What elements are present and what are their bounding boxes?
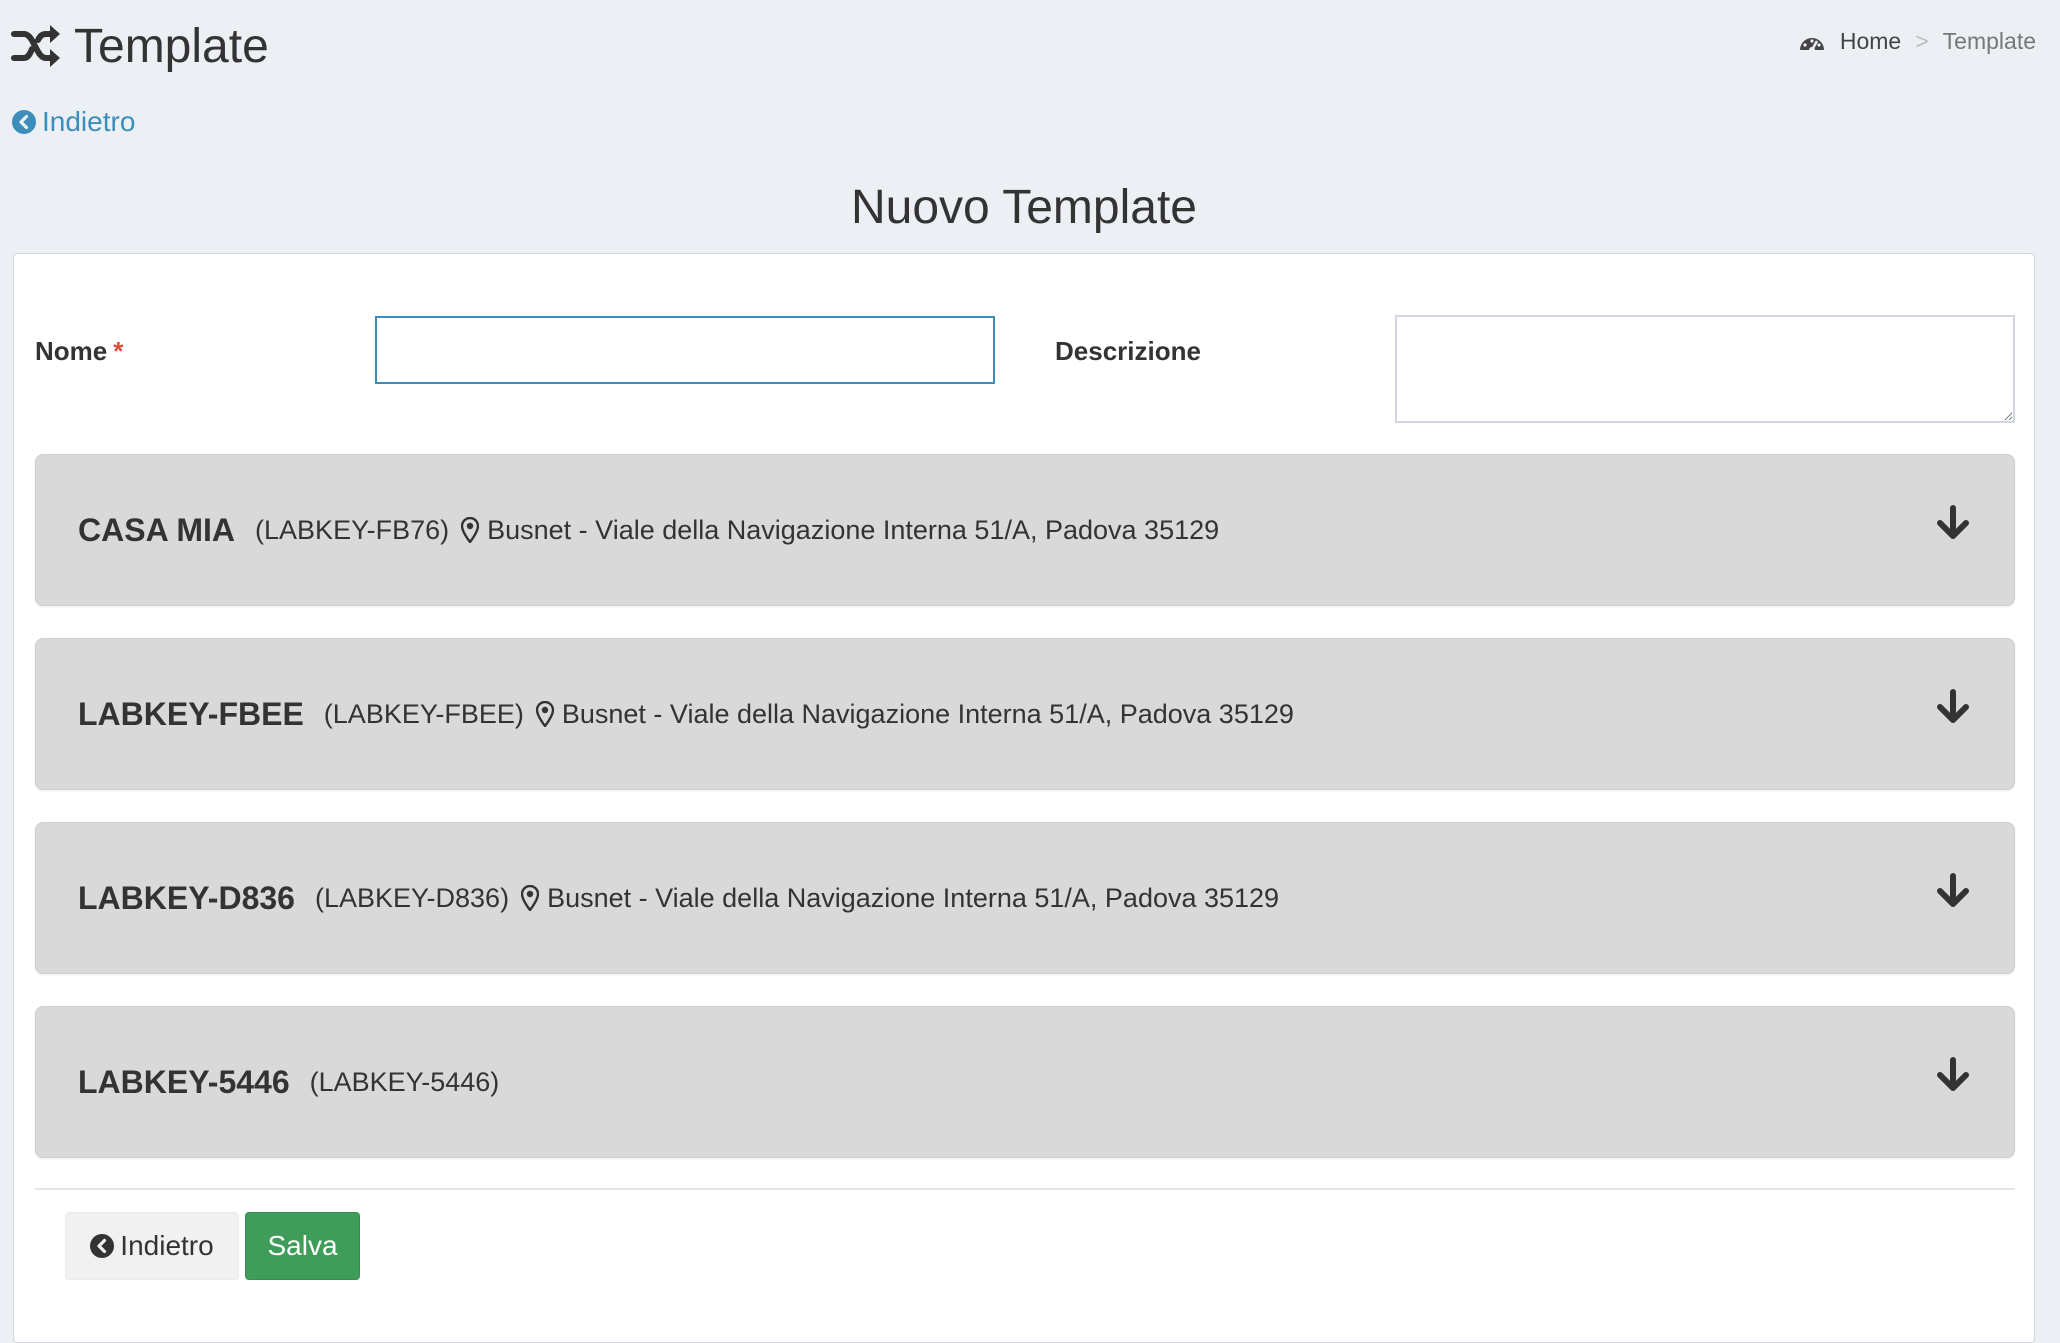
back-link[interactable]: Indietro — [12, 106, 135, 138]
chevron-circle-left-icon — [12, 110, 36, 134]
device-code: (LABKEY-D836) — [314, 882, 510, 913]
footer-divider — [35, 1188, 2015, 1190]
device-code: (LABKEY-FB76) — [255, 514, 450, 545]
device-panel[interactable]: CASA MIA (LABKEY-FB76) Busnet - Viale de… — [35, 454, 2015, 606]
dashboard-icon — [1799, 37, 1824, 53]
form-box: Nome * Descrizione CASA MIA (LABKEY-FB76)… — [13, 253, 2035, 1343]
device-name: LABKEY-5446 — [78, 1063, 290, 1100]
device-code: (LABKEY-5446) — [309, 1066, 500, 1097]
arrow-down-icon[interactable] — [1936, 1057, 1970, 1093]
name-label: Nome * — [35, 336, 123, 367]
device-address: Busnet - Viale della Navigazione Interna… — [561, 698, 1294, 729]
map-marker-icon — [461, 517, 480, 543]
breadcrumb: Home > Template — [1798, 28, 2036, 55]
device-address: Busnet - Viale della Navigazione Interna… — [547, 882, 1280, 913]
breadcrumb-current: Template — [1942, 28, 2036, 54]
device-code: (LABKEY-FBEE) — [323, 698, 524, 729]
device-name: LABKEY-D836 — [78, 879, 295, 916]
name-label-text: Nome — [35, 336, 108, 366]
map-marker-icon — [521, 885, 540, 911]
required-mark: * — [113, 336, 124, 366]
shuffle-icon — [11, 25, 60, 67]
arrow-down-icon[interactable] — [1936, 873, 1970, 909]
device-name: LABKEY-FBEE — [78, 695, 304, 732]
back-button-label: Indietro — [120, 1230, 214, 1261]
form-title: Nuovo Template — [851, 181, 1197, 234]
arrow-down-icon[interactable] — [1936, 505, 1970, 541]
device-panel[interactable]: LABKEY-D836 (LABKEY-D836) Busnet - Viale… — [35, 822, 2015, 974]
back-button[interactable]: Indietro — [65, 1212, 239, 1280]
save-button[interactable]: Salva — [245, 1212, 360, 1280]
device-panel[interactable]: LABKEY-FBEE (LABKEY-FBEE) Busnet - Viale… — [35, 638, 2015, 790]
device-name: CASA MIA — [78, 511, 236, 548]
name-input[interactable] — [375, 316, 995, 384]
map-marker-icon — [535, 701, 554, 727]
arrow-down-icon[interactable] — [1936, 689, 1970, 725]
device-panel[interactable]: LABKEY-5446 (LABKEY-5446) — [35, 1006, 2015, 1158]
description-label: Descrizione — [1055, 336, 1201, 366]
page-header: Template — [10, 14, 269, 78]
back-link-label: Indietro — [42, 106, 136, 137]
device-address: Busnet - Viale della Navigazione Interna… — [487, 514, 1220, 545]
breadcrumb-separator: > — [1915, 28, 1929, 54]
chevron-circle-left-icon — [90, 1234, 115, 1258]
description-textarea[interactable] — [1395, 315, 2015, 423]
page-title: Template — [74, 19, 269, 73]
breadcrumb-home-link[interactable]: Home — [1840, 28, 1901, 55]
